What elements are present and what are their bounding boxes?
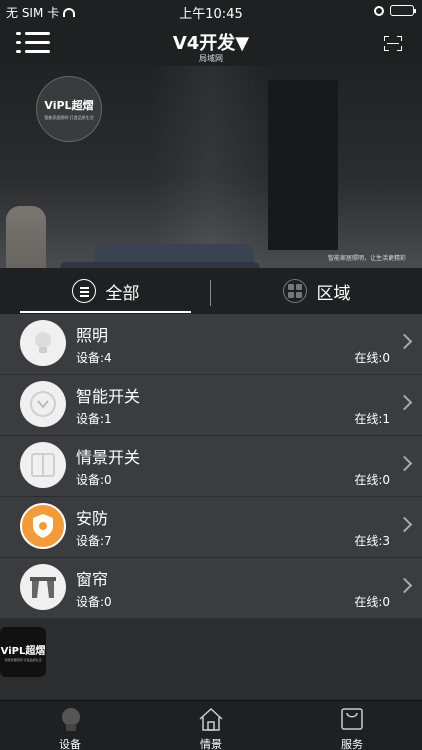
list-item-lighting[interactable]: 照明 设备:4 在线:0 bbox=[0, 314, 422, 375]
list-icon bbox=[71, 279, 96, 303]
banner-caption: 智能家居照明，让生活更精彩 bbox=[327, 255, 406, 262]
power-switch-icon bbox=[20, 381, 66, 427]
list-item-security[interactable]: 安防 设备:7 在线:3 bbox=[0, 497, 422, 558]
home-selector[interactable]: V4开发▼ bbox=[0, 29, 422, 55]
list-item-scene-switch[interactable]: 情景开关 设备:0 在线:0 bbox=[0, 436, 422, 497]
floating-brand-button[interactable]: ViPL超熠 智能家居照明 打造品质生活 bbox=[0, 627, 46, 677]
battery-icon bbox=[390, 5, 416, 16]
bag-icon bbox=[341, 708, 363, 730]
status-time: 上午10:45 bbox=[179, 7, 243, 22]
promo-banner[interactable]: ViPL超熠 智能家居照明 打造品质生活 智能家居照明，让生活更精彩 bbox=[0, 66, 422, 268]
rotation-lock-icon bbox=[374, 5, 384, 16]
chevron-right-icon bbox=[396, 455, 413, 472]
chevron-right-icon bbox=[396, 394, 413, 411]
network-mode-label: 局域网 bbox=[199, 54, 223, 63]
scan-icon[interactable] bbox=[384, 36, 402, 51]
tab-devices[interactable]: 设备 bbox=[0, 701, 140, 750]
banner-statue bbox=[6, 206, 46, 268]
list-item-curtain[interactable]: 窗帘 设备:0 在线:0 bbox=[0, 558, 422, 619]
bulb-icon bbox=[62, 708, 80, 731]
bulb-icon bbox=[20, 320, 66, 366]
tab-all[interactable]: 全部 bbox=[0, 268, 211, 314]
category-segment: 全部 区域 bbox=[0, 268, 422, 314]
list-item-smart-switch[interactable]: 智能开关 设备:1 在线:1 bbox=[0, 375, 422, 436]
banner-door bbox=[268, 80, 338, 250]
tab-scenes[interactable]: 情景 bbox=[141, 701, 281, 750]
active-tab-indicator bbox=[20, 311, 191, 313]
brand-logo: ViPL超熠 智能家居照明 打造品质生活 bbox=[36, 76, 102, 142]
status-bar: 无 SIM 卡 上午10:45 bbox=[0, 0, 422, 22]
curtain-icon bbox=[20, 564, 66, 610]
chevron-right-icon bbox=[396, 516, 413, 533]
chevron-right-icon bbox=[396, 333, 413, 350]
home-icon bbox=[199, 707, 223, 731]
device-category-list: 照明 设备:4 在线:0 智能开关 设备:1 在线:1 情景开关 设备:0 在线… bbox=[0, 314, 422, 619]
tab-services[interactable]: 服务 bbox=[282, 701, 422, 750]
bottom-tab-bar: 设备 情景 服务 bbox=[0, 700, 422, 750]
tab-area[interactable]: 区域 bbox=[211, 268, 422, 314]
chevron-right-icon bbox=[396, 577, 413, 594]
status-right bbox=[374, 5, 416, 16]
scene-switch-icon bbox=[20, 442, 66, 488]
nav-bar: V4开发▼ 局域网 bbox=[0, 22, 422, 66]
shield-icon bbox=[20, 503, 66, 549]
grid-icon bbox=[282, 279, 307, 303]
